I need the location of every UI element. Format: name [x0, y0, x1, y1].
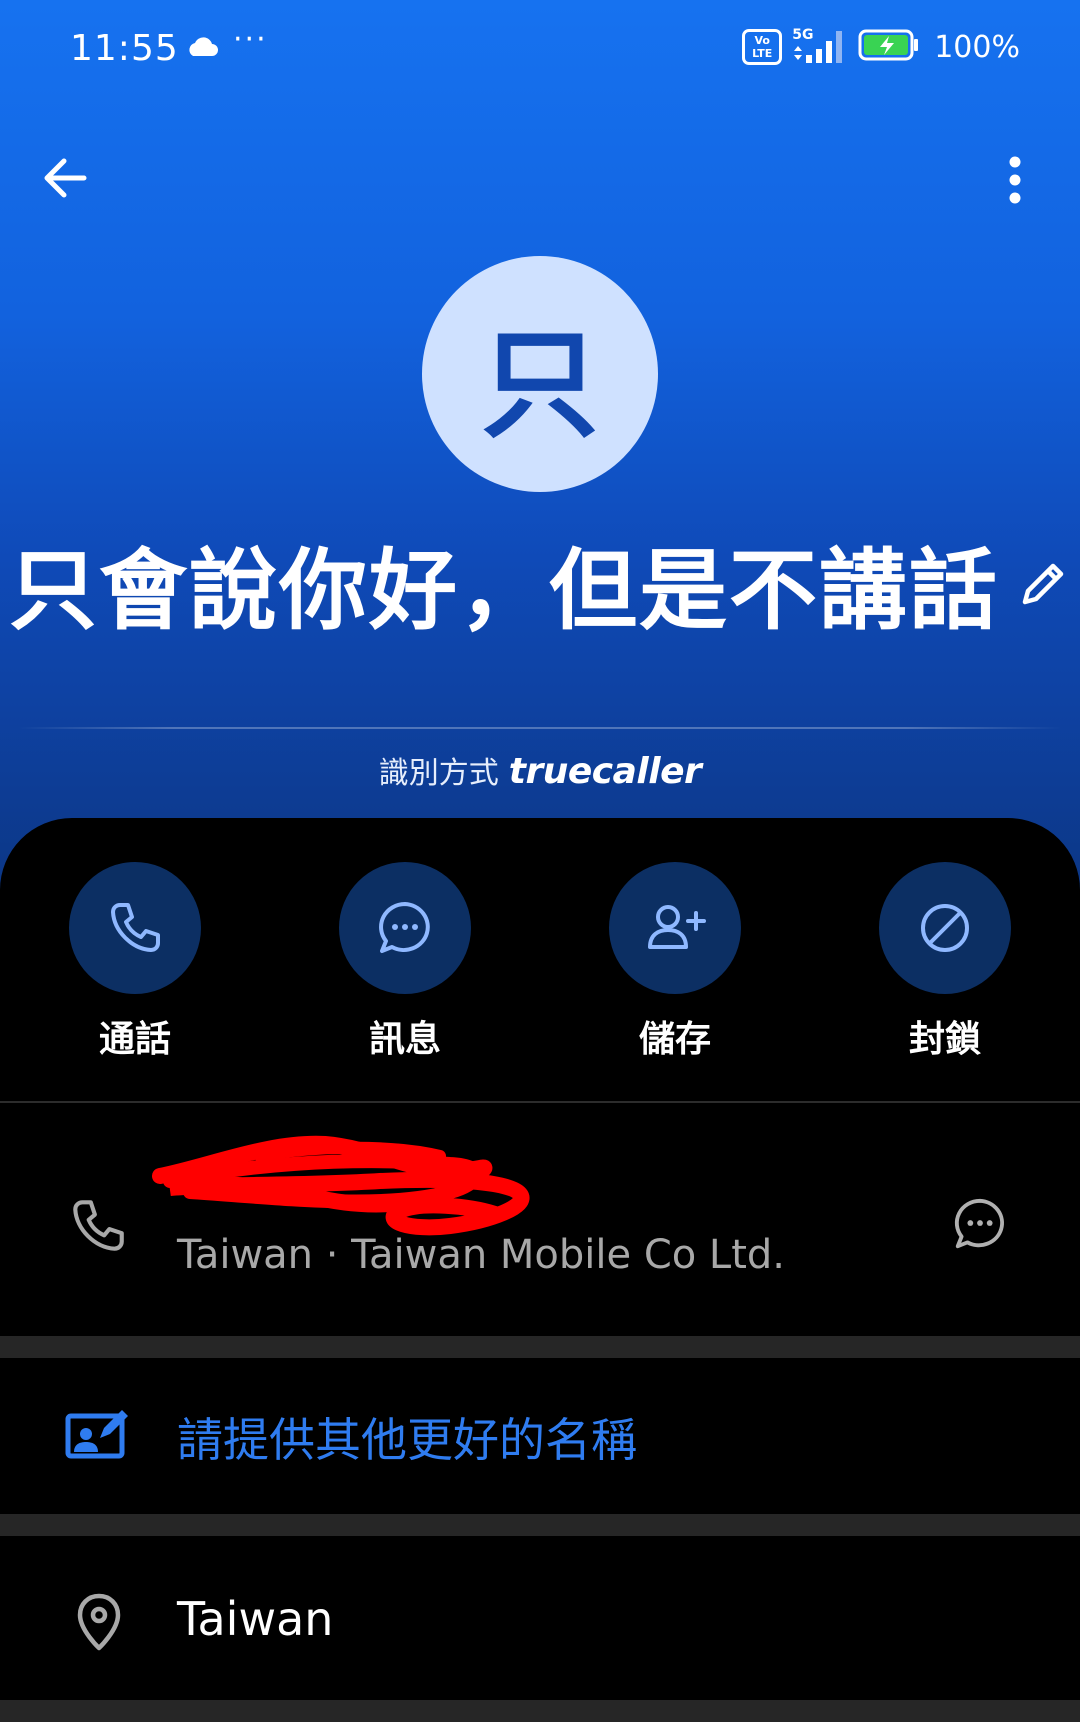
- battery-icon: [858, 28, 920, 66]
- status-more-icon: ···: [233, 22, 268, 57]
- section-separator: [0, 1514, 1080, 1536]
- identified-by-label: 識別方式: [378, 756, 499, 791]
- block-action[interactable]: 封鎖: [845, 862, 1045, 1062]
- location-pin-icon: [74, 1592, 124, 1656]
- volte-bottom: LTE: [752, 47, 773, 60]
- identified-by: 識別方式 truecaller: [0, 748, 1080, 792]
- location-text: Taiwan: [177, 1592, 334, 1646]
- status-indicators: Vo LTE 5G 100%: [742, 27, 1020, 66]
- more-vert-icon: [1009, 156, 1021, 204]
- pencil-icon: [1022, 563, 1064, 604]
- header-divider: [18, 727, 1062, 729]
- section-separator: [0, 1700, 1080, 1722]
- avatar-initial: 只: [480, 315, 599, 454]
- contact-name: 只會說你好，但是不講話: [8, 539, 999, 642]
- suggest-name-row[interactable]: 請提供其他更好的名稱: [0, 1358, 1080, 1514]
- cloud-icon: [185, 36, 219, 62]
- message-action[interactable]: 訊息: [305, 862, 505, 1062]
- redacted-phone-number: [152, 1135, 530, 1236]
- carrier-info: Taiwan · Taiwan Mobile Co Ltd.: [177, 1232, 786, 1278]
- status-time: 11:55: [70, 28, 179, 69]
- call-action[interactable]: 通話: [35, 862, 235, 1062]
- back-button[interactable]: [36, 148, 96, 208]
- save-action[interactable]: 儲存: [575, 862, 775, 1062]
- volte-icon: Vo LTE: [742, 29, 783, 65]
- block-label: 封鎖: [908, 1019, 981, 1060]
- volte-top: Vo: [754, 34, 770, 47]
- phone-icon: [111, 903, 160, 952]
- save-label: 儲存: [638, 1019, 711, 1060]
- arrow-back-icon: [44, 158, 87, 198]
- chat-bubble-icon: [954, 1198, 1004, 1249]
- action-bar: 通話 訊息 儲存 封鎖: [0, 862, 1080, 1062]
- status-bar: 11:55 ··· Vo LTE 5G 100%: [0, 0, 1080, 100]
- call-button[interactable]: [69, 862, 201, 994]
- divider: [0, 1101, 1080, 1103]
- contact-avatar: 只: [422, 256, 658, 492]
- truecaller-logo: truecaller: [508, 751, 702, 792]
- contact-name-row: 只會說你好，但是不講話: [0, 520, 1080, 647]
- battery-percent: 100%: [934, 29, 1020, 65]
- save-contact-button[interactable]: [609, 862, 741, 994]
- edit-name-icon: [64, 1406, 130, 1466]
- add-person-icon: [648, 905, 706, 949]
- signal-icon: 5G: [792, 27, 848, 65]
- location-row: Taiwan: [0, 1536, 1080, 1700]
- chat-bubble-icon: [379, 902, 430, 953]
- suggest-better-name-link[interactable]: 請提供其他更好的名稱: [177, 1404, 637, 1470]
- section-separator: [0, 1336, 1080, 1358]
- phone-icon: [66, 1194, 130, 1262]
- message-button[interactable]: [339, 862, 471, 994]
- block-button[interactable]: [879, 862, 1011, 994]
- block-icon: [921, 904, 969, 952]
- call-label: 通話: [98, 1019, 171, 1060]
- more-options-button[interactable]: [990, 150, 1040, 210]
- message-label: 訊息: [368, 1019, 441, 1060]
- send-sms-button[interactable]: [950, 1194, 1010, 1258]
- phone-number-row[interactable]: Taiwan · Taiwan Mobile Co Ltd.: [0, 1104, 1080, 1336]
- edit-name-button[interactable]: [1015, 556, 1071, 612]
